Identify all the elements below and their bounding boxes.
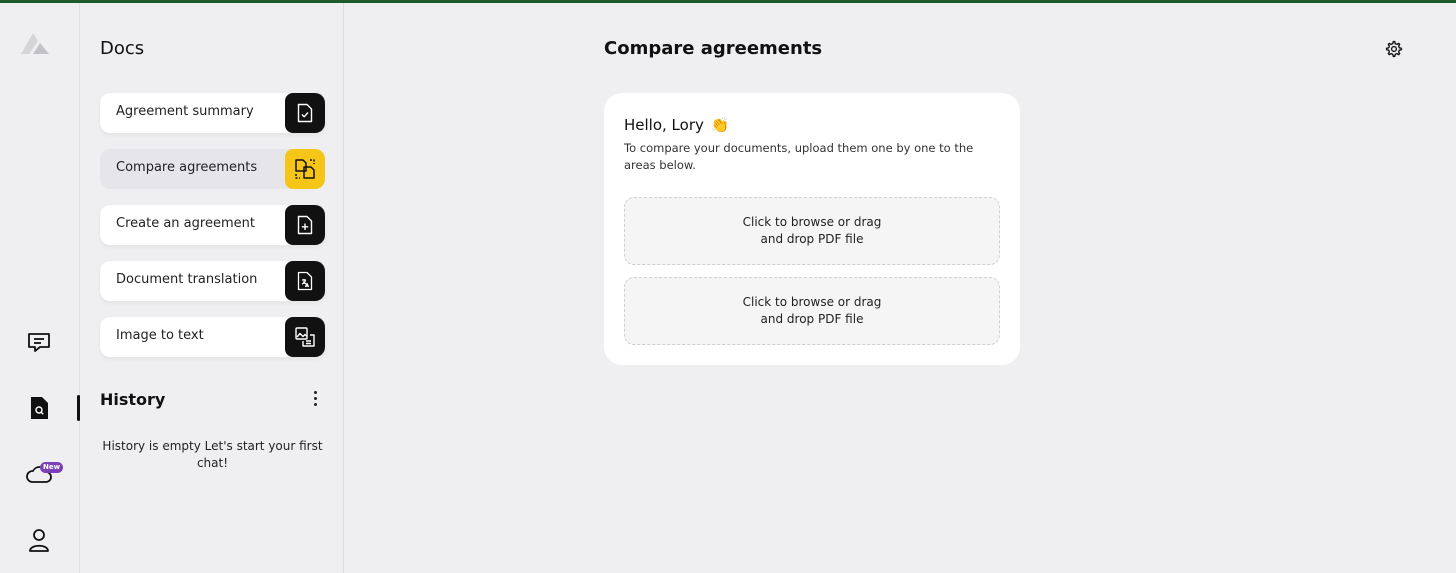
pdf-drop-zone-2[interactable]: Click to browse or drag and drop PDF fil…	[624, 277, 1000, 345]
page-title: Compare agreements	[604, 38, 823, 59]
doc-item-label: Image to text	[116, 328, 204, 343]
document-check-icon	[285, 93, 325, 133]
doc-item-compare-agreements[interactable]: Compare agreements	[100, 149, 325, 189]
chat-bubble-icon	[28, 333, 50, 352]
clapping-hands-icon: 👏	[710, 116, 730, 134]
doc-item-label: Create an agreement	[116, 216, 255, 231]
document-search-icon	[31, 397, 48, 419]
history-empty-text: History is empty Let's start your first …	[102, 439, 323, 470]
drop-zone-line-1: Click to browse or drag	[742, 295, 882, 309]
gear-icon	[1385, 40, 1403, 58]
docs-panel: Docs Agreement summary Compare agreement…	[81, 3, 344, 573]
drop-zone-line-2: and drop PDF file	[760, 312, 864, 326]
greeting-text: Hello, Lory	[624, 116, 704, 134]
history-title: History	[100, 390, 166, 409]
doc-item-create-agreement[interactable]: Create an agreement	[100, 205, 325, 245]
new-badge: New	[40, 462, 64, 473]
drop-zone-line-2: and drop PDF file	[760, 232, 864, 246]
doc-item-document-translation[interactable]: Document translation	[100, 261, 325, 301]
docs-title: Docs	[100, 38, 145, 59]
document-translate-icon	[285, 261, 325, 301]
profile-nav-button[interactable]	[22, 523, 56, 557]
drop-zone-line-1: Click to browse or drag	[742, 215, 882, 229]
chat-nav-button[interactable]	[22, 325, 56, 359]
app-logo-icon[interactable]	[18, 29, 52, 59]
doc-item-image-to-text[interactable]: Image to text	[100, 317, 325, 357]
doc-item-label: Agreement summary	[116, 104, 254, 119]
main-content: Compare agreements Hello, Lory 👏 To comp…	[345, 3, 1456, 573]
settings-button[interactable]	[1385, 40, 1403, 58]
docs-nav-button[interactable]	[22, 391, 56, 425]
pdf-drop-zone-1[interactable]: Click to browse or drag and drop PDF fil…	[624, 197, 1000, 265]
history-menu-kebab-icon[interactable]	[307, 387, 323, 409]
compare-card: Hello, Lory 👏 To compare your documents,…	[604, 93, 1020, 365]
image-text-icon	[285, 317, 325, 357]
doc-item-label: Document translation	[116, 272, 258, 287]
greeting: Hello, Lory 👏	[624, 116, 729, 134]
upload-instructions: To compare your documents, upload them o…	[624, 141, 974, 172]
document-plus-icon	[285, 205, 325, 245]
document-compare-icon	[285, 149, 325, 189]
rail-active-indicator	[77, 395, 80, 421]
app-rail: New	[0, 3, 80, 573]
doc-item-agreement-summary[interactable]: Agreement summary	[100, 93, 325, 133]
doc-item-label: Compare agreements	[116, 160, 258, 175]
user-icon	[29, 529, 49, 552]
